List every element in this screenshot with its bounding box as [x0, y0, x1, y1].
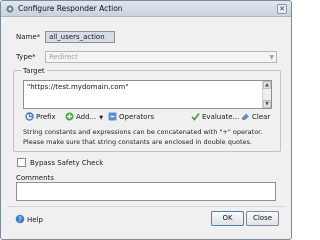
prefix-label: Prefix: [36, 113, 56, 121]
evaluate-label: Evaluate...: [202, 113, 240, 121]
svg-text:?: ?: [18, 216, 22, 224]
help-label: Help: [27, 216, 43, 224]
target-legend: Target: [21, 67, 47, 75]
type-select[interactable]: Redirect ▼: [45, 51, 277, 63]
name-label: Name*: [16, 33, 41, 41]
comments-input[interactable]: [16, 182, 276, 201]
configure-responder-action-dialog: Configure Responder Action ✕ Name* all_u…: [0, 0, 292, 240]
name-input[interactable]: all_users_action: [45, 31, 115, 43]
clear-label: Clear: [252, 113, 271, 121]
comments-label: Comments: [16, 174, 54, 182]
eraser-icon: [241, 112, 250, 121]
chevron-down-icon: ▼: [269, 54, 274, 61]
operators-label: Operators: [119, 113, 154, 121]
prefix-icon: [25, 112, 34, 121]
title-bar[interactable]: Configure Responder Action ✕: [1, 1, 291, 17]
add-button[interactable]: Add... ▼: [65, 111, 103, 123]
bypass-safety-check-label[interactable]: Bypass Safety Check: [30, 159, 103, 167]
type-select-value: Redirect: [49, 53, 78, 61]
type-label: Type*: [16, 53, 36, 61]
target-expression-input[interactable]: "https://test.mydomain.com" ▲ ▼: [23, 80, 272, 109]
clear-button[interactable]: Clear: [241, 111, 270, 123]
window-title: Configure Responder Action: [18, 4, 123, 13]
scroll-up-icon[interactable]: ▲: [263, 81, 271, 89]
prefix-button[interactable]: Prefix: [25, 111, 56, 123]
hint-double-quotes: Please make sure that string constants a…: [23, 138, 252, 146]
help-button[interactable]: ? Help: [15, 214, 43, 225]
expression-scrollbar[interactable]: ▲ ▼: [262, 81, 271, 108]
ok-button[interactable]: OK: [211, 211, 244, 226]
scroll-down-icon[interactable]: ▼: [263, 100, 271, 108]
hint-concatenation: String constants and expressions can be …: [23, 128, 263, 136]
expression-toolbar: Prefix Add... ▼ Operators Evaluate... Cle…: [23, 111, 273, 123]
operators-icon: [108, 112, 117, 121]
plus-icon: [65, 112, 74, 121]
footer-divider: [7, 206, 285, 207]
evaluate-button[interactable]: Evaluate...: [191, 111, 239, 123]
gear-icon: [5, 4, 15, 14]
help-icon: ?: [15, 214, 25, 224]
close-button[interactable]: Close: [246, 211, 279, 226]
chevron-down-icon: ▼: [99, 115, 104, 121]
add-label: Add...: [76, 113, 97, 121]
close-window-button[interactable]: ✕: [277, 4, 287, 14]
target-expression-text: "https://test.mydomain.com": [27, 83, 129, 91]
operators-button[interactable]: Operators: [108, 111, 154, 123]
check-icon: [191, 112, 200, 121]
bypass-safety-check-checkbox[interactable]: [17, 158, 26, 167]
